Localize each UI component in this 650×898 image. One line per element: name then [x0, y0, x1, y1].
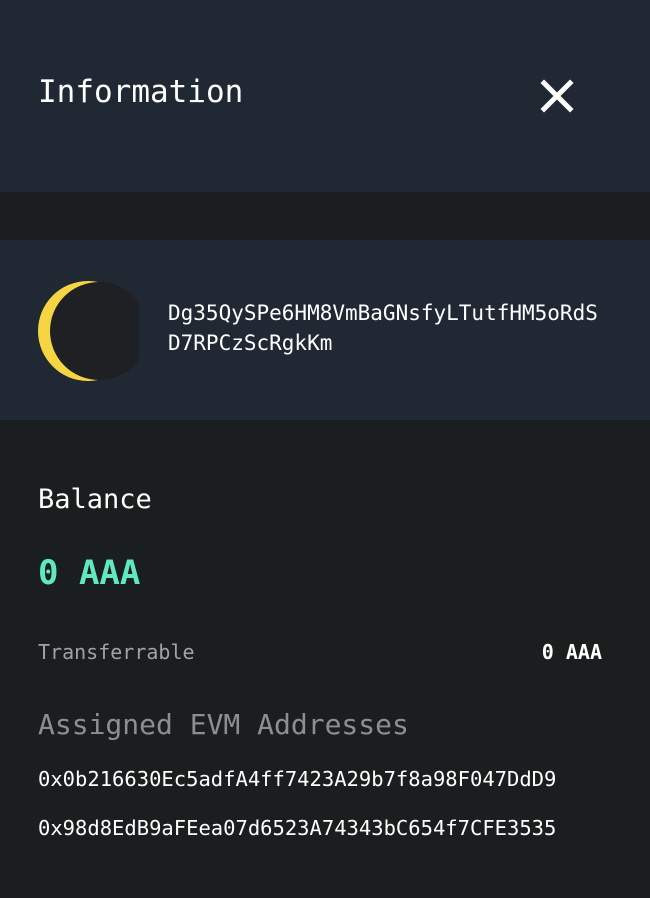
evm-address-item[interactable]: 0x98d8EdB9aFEea07d6523A74343bC654f7CFE35…	[38, 814, 556, 842]
evm-address-item[interactable]: 0x0b216630Ec5adfA4ff7423A29b7f8a98F047Dd…	[38, 765, 556, 793]
transferrable-value: 0 AAA	[541, 640, 602, 664]
balance-label: Balance	[38, 484, 152, 515]
evm-addresses-heading: Assigned EVM Addresses	[38, 708, 409, 741]
account-card: Dg35QySPe6HM8VmBaGNsfyLTutfHM5oRdSD7RPCz…	[0, 240, 650, 420]
account-address[interactable]: Dg35QySPe6HM8VmBaGNsfyLTutfHM5oRdSD7RPCz…	[168, 298, 608, 358]
close-icon	[540, 79, 574, 113]
info-header: Information	[0, 0, 650, 192]
avatar	[37, 280, 148, 382]
crescent-moon-icon	[38, 281, 148, 381]
page-title: Information	[38, 74, 244, 110]
close-button[interactable]	[533, 72, 581, 120]
balance-value: 0 AAA	[38, 553, 141, 593]
transferrable-label: Transferrable	[38, 640, 195, 664]
